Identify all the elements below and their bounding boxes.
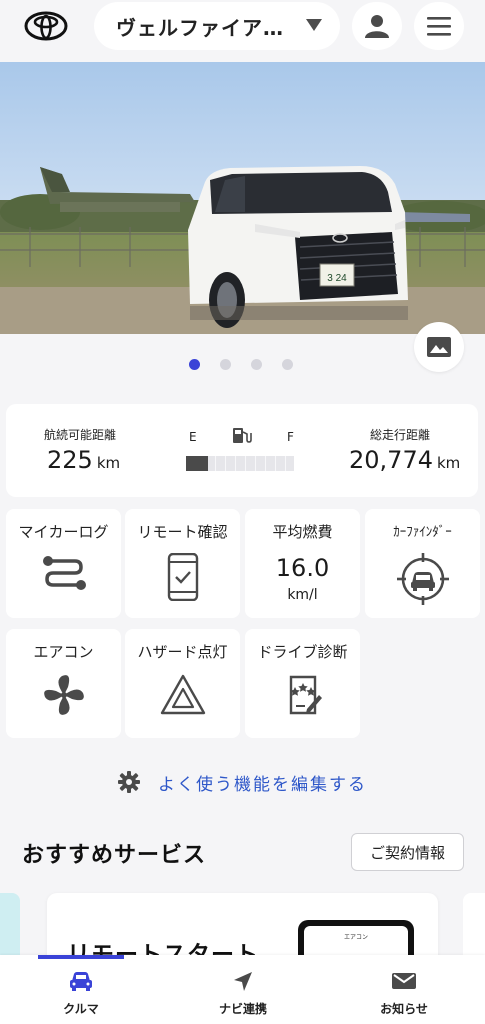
tile-label: マイカーログ bbox=[18, 523, 109, 541]
route-icon bbox=[41, 553, 87, 597]
license-plate-number: 3 24 bbox=[327, 273, 347, 284]
tile-label: リモート確認 bbox=[137, 523, 228, 541]
tile-average-fuel[interactable]: 平均燃費 16.0 km/l bbox=[245, 509, 360, 618]
phone-check-icon bbox=[167, 552, 199, 605]
pagination-dot[interactable] bbox=[189, 359, 200, 370]
odometer-label: 総走行距離 bbox=[370, 428, 431, 442]
nav-label: ナビ連携 bbox=[218, 1002, 267, 1016]
app-header: ヴェルファイア… bbox=[0, 0, 485, 56]
navigation-arrow-icon bbox=[232, 971, 254, 997]
tile-label: ドライブ診断 bbox=[257, 643, 348, 661]
fan-icon bbox=[42, 673, 86, 721]
tile-car-finder[interactable]: ｶｰﾌｧｲﾝﾀﾞｰ bbox=[365, 509, 480, 618]
person-icon bbox=[365, 15, 389, 38]
tile-hazard[interactable]: ハザード点灯 bbox=[125, 629, 240, 738]
tile-aircon[interactable]: エアコン bbox=[6, 629, 121, 738]
vehicle-name: ヴェルファイア… bbox=[116, 15, 284, 40]
tile-drive-diagnosis[interactable]: ドライブ診断 bbox=[245, 629, 360, 738]
active-tab-indicator bbox=[38, 955, 124, 959]
gear-icon bbox=[118, 771, 140, 793]
vehicle-photo[interactable]: 3 24 bbox=[0, 62, 485, 334]
avg-fuel-value: 16.0 bbox=[275, 554, 330, 582]
tile-remote-check[interactable]: リモート確認 bbox=[125, 509, 240, 618]
nav-item-car[interactable]: クルマ bbox=[21, 955, 141, 1024]
fuel-gauge-fill bbox=[186, 456, 208, 471]
image-icon bbox=[427, 337, 451, 357]
fuel-empty-label: E bbox=[189, 430, 197, 444]
edit-favorites-label: よく使う機能を編集する bbox=[158, 774, 367, 795]
bottom-navigation: クルマ ナビ連携 お知らせ bbox=[0, 955, 485, 1024]
car-finder-icon bbox=[396, 553, 449, 609]
pagination-dot[interactable] bbox=[251, 359, 262, 370]
nav-item-notifications[interactable]: お知らせ bbox=[344, 955, 464, 1024]
tile-label: エアコン bbox=[33, 643, 94, 661]
mail-icon bbox=[391, 971, 417, 995]
service-card-next[interactable] bbox=[463, 893, 485, 963]
tile-label: ハザード点灯 bbox=[137, 643, 228, 661]
hazard-triangle-icon bbox=[160, 673, 206, 719]
contract-info-button[interactable]: ご契約情報 bbox=[351, 833, 464, 871]
odometer-unit: km bbox=[436, 454, 461, 472]
range-unit: km bbox=[96, 454, 121, 472]
tile-mycar-log[interactable]: マイカーログ bbox=[6, 509, 121, 618]
hamburger-menu-icon bbox=[427, 17, 451, 36]
carousel-pagination bbox=[189, 359, 293, 370]
tile-label: 平均燃費 bbox=[272, 523, 333, 541]
toyota-logo-icon[interactable] bbox=[22, 8, 70, 44]
fuel-full-label: F bbox=[287, 430, 294, 444]
range-number: 225 bbox=[47, 446, 93, 474]
range-label: 航続可能距離 bbox=[44, 428, 117, 442]
nav-label: クルマ bbox=[63, 1002, 99, 1016]
fuel-gauge bbox=[186, 456, 294, 471]
service-card[interactable]: リモートスタート エアコン bbox=[47, 893, 438, 963]
pagination-dot[interactable] bbox=[282, 359, 293, 370]
avg-fuel-unit: km/l bbox=[287, 587, 318, 603]
menu-button[interactable] bbox=[414, 2, 464, 50]
phone-screen-text: エアコン bbox=[343, 934, 368, 941]
nav-label: お知らせ bbox=[380, 1002, 428, 1016]
rating-document-icon bbox=[281, 673, 325, 721]
fuel-pump-icon bbox=[232, 427, 252, 448]
range-value: 225 km bbox=[47, 446, 120, 474]
photo-gallery-button[interactable] bbox=[414, 322, 464, 372]
pagination-dot[interactable] bbox=[220, 359, 231, 370]
tile-label: ｶｰﾌｧｲﾝﾀﾞｰ bbox=[393, 525, 452, 540]
nav-item-navi[interactable]: ナビ連携 bbox=[183, 955, 303, 1024]
account-button[interactable] bbox=[352, 2, 402, 50]
chevron-down-icon bbox=[306, 19, 322, 31]
car-icon bbox=[68, 971, 94, 997]
vehicle-selector[interactable]: ヴェルファイア… bbox=[94, 2, 340, 50]
odometer-value: 20,774 km bbox=[349, 446, 460, 474]
edit-favorites-link[interactable]: よく使う機能を編集する bbox=[118, 767, 367, 797]
service-card-previous[interactable] bbox=[0, 893, 20, 963]
odometer-number: 20,774 bbox=[349, 446, 433, 474]
section-title: おすすめサービス bbox=[22, 843, 207, 868]
